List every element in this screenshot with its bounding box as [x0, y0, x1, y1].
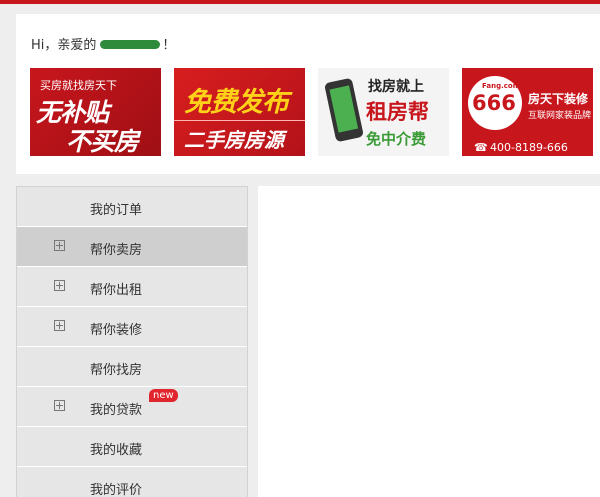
banner-4-phone: 400-8189-666 [490, 141, 568, 154]
phone-icon [324, 77, 364, 143]
sidebar-item-rent-out[interactable]: 帮你出租 [17, 267, 247, 307]
sidebar-item-reviews[interactable]: 我的评价 [17, 467, 247, 497]
expand-plus-icon[interactable] [54, 400, 65, 411]
banner-2-line-2: 二手房房源 [184, 128, 284, 152]
user-header: Hi，亲爱的 ！ 买房就找房天下 无补贴 不买房 免费发布 二手房房源 找房就上 … [16, 14, 600, 174]
sidebar-item-label: 我的评价 [90, 483, 143, 497]
banner-3-line-2: 租房帮 [366, 100, 429, 124]
greeting-suffix: ！ [162, 38, 176, 53]
main-content-panel [258, 186, 600, 497]
masked-username [100, 40, 161, 49]
sidebar-item-find-house[interactable]: 帮你找房 [17, 347, 247, 387]
sidebar-item-label: 我的订单 [90, 203, 143, 218]
top-brand-bar [0, 0, 600, 4]
banner-1-line-1: 买房就找房天下 [40, 79, 117, 92]
expand-plus-icon[interactable] [54, 280, 65, 291]
sidebar-item-renovation[interactable]: 帮你装修 [17, 307, 247, 347]
expand-plus-icon[interactable] [54, 320, 65, 331]
greeting: Hi，亲爱的 ！ [31, 34, 175, 53]
sidebar-menu: 我的订单 帮你卖房 帮你出租 帮你装修 帮你找房 我的贷款 new 我的收藏 我… [16, 186, 248, 497]
sidebar-item-orders[interactable]: 我的订单 [17, 187, 247, 227]
banner-3-line-1: 找房就上 [368, 79, 424, 95]
banner-4-line-1: 房天下装修 [528, 92, 589, 106]
banner-free-listing[interactable]: 免费发布 二手房房源 [174, 68, 305, 156]
telephone-icon: ☎ [474, 141, 488, 154]
sidebar-item-label: 帮你出租 [90, 283, 143, 298]
banner-rental-helper[interactable]: 找房就上 租房帮 免中介费 [318, 68, 449, 156]
sidebar-item-label: 我的收藏 [90, 443, 143, 458]
fang-logo: Fang.com [482, 82, 521, 90]
banner-3-line-3: 免中介费 [366, 130, 427, 148]
greeting-prefix: Hi，亲爱的 [31, 38, 97, 53]
sidebar-item-label: 帮你装修 [90, 323, 143, 338]
banner-1-line-3: 不买房 [66, 127, 139, 156]
sidebar-item-label: 帮你找房 [90, 363, 143, 378]
banner-4-number: 666 [472, 91, 516, 115]
banner-2-divider [174, 120, 305, 121]
sidebar-item-label: 帮你卖房 [90, 243, 143, 258]
banner-2-line-1: 免费发布 [184, 87, 289, 118]
sidebar-item-label: 我的贷款 [90, 403, 143, 418]
expand-plus-icon[interactable] [54, 240, 65, 251]
banner-no-subsidy[interactable]: 买房就找房天下 无补贴 不买房 [30, 68, 161, 156]
banner-renovation[interactable]: Fang.com 666 房天下装修 互联网家装品牌 ☎ 400-8189-66… [462, 68, 593, 156]
new-badge: new [149, 389, 178, 402]
sidebar-item-loans[interactable]: 我的贷款 new [17, 387, 247, 427]
sidebar-item-sell-house[interactable]: 帮你卖房 [17, 227, 247, 267]
banner-4-line-2: 互联网家装品牌 [528, 111, 592, 121]
sidebar-item-favorites[interactable]: 我的收藏 [17, 427, 247, 467]
banner-4-phone-bar: ☎ 400-8189-666 [462, 138, 593, 156]
